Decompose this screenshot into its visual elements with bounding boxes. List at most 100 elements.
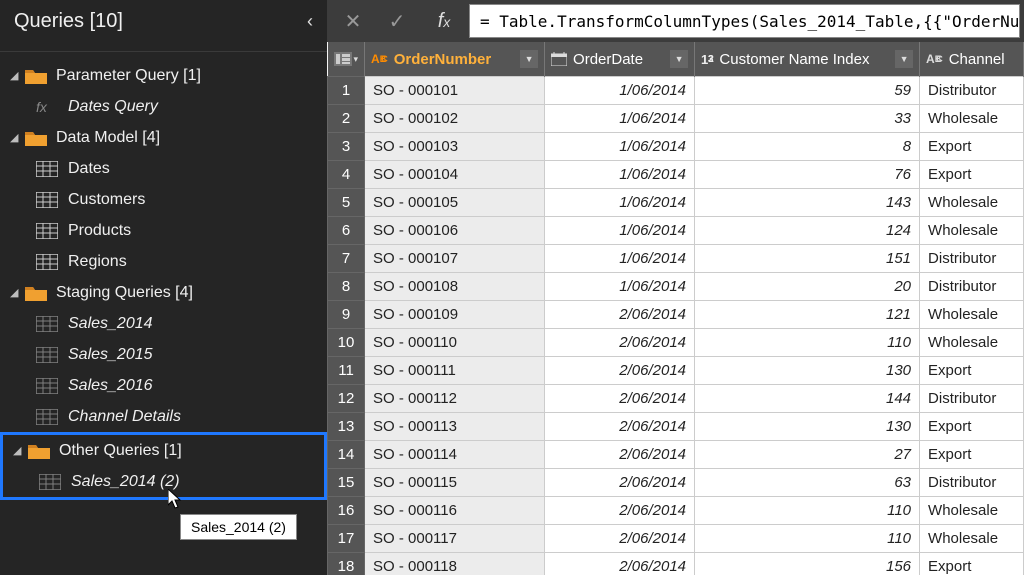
- cell-ordernumber[interactable]: SO - 000111: [365, 357, 545, 385]
- cell-customerindex[interactable]: 20: [695, 273, 920, 301]
- row-number[interactable]: 14: [328, 441, 365, 469]
- cell-customerindex[interactable]: 33: [695, 105, 920, 133]
- cancel-formula-button[interactable]: ✕: [331, 1, 375, 41]
- cell-customerindex[interactable]: 27: [695, 441, 920, 469]
- cell-channel[interactable]: Wholesale: [920, 497, 1024, 525]
- cell-orderdate[interactable]: 1/06/2014: [545, 105, 695, 133]
- cell-channel[interactable]: Export: [920, 553, 1024, 575]
- query-group[interactable]: ◢Data Model [4]: [0, 122, 327, 153]
- query-item[interactable]: Customers: [0, 184, 327, 215]
- row-number[interactable]: 13: [328, 413, 365, 441]
- cell-ordernumber[interactable]: SO - 000106: [365, 217, 545, 245]
- cell-ordernumber[interactable]: SO - 000108: [365, 273, 545, 301]
- fx-icon[interactable]: fx: [419, 10, 469, 33]
- column-header-ordernumber[interactable]: ABC OrderNumber ▼: [365, 42, 545, 77]
- table-row[interactable]: 7SO - 0001071/06/2014151Distributor: [328, 245, 1024, 273]
- cell-channel[interactable]: Wholesale: [920, 329, 1024, 357]
- cell-customerindex[interactable]: 156: [695, 553, 920, 575]
- cell-customerindex[interactable]: 143: [695, 189, 920, 217]
- cell-orderdate[interactable]: 2/06/2014: [545, 329, 695, 357]
- row-number[interactable]: 10: [328, 329, 365, 357]
- table-row[interactable]: 9SO - 0001092/06/2014121Wholesale: [328, 301, 1024, 329]
- cell-customerindex[interactable]: 144: [695, 385, 920, 413]
- cell-channel[interactable]: Export: [920, 413, 1024, 441]
- row-number[interactable]: 18: [328, 553, 365, 575]
- column-header-customerindex[interactable]: 123 Customer Name Index ▼: [695, 42, 920, 77]
- cell-orderdate[interactable]: 1/06/2014: [545, 189, 695, 217]
- row-number[interactable]: 8: [328, 273, 365, 301]
- column-filter-button[interactable]: ▼: [895, 50, 913, 68]
- table-row[interactable]: 18SO - 0001182/06/2014156Export: [328, 553, 1024, 575]
- cell-channel[interactable]: Distributor: [920, 469, 1024, 497]
- table-row[interactable]: 12SO - 0001122/06/2014144Distributor: [328, 385, 1024, 413]
- collapse-sidebar-button[interactable]: ‹: [307, 11, 313, 32]
- cell-channel[interactable]: Export: [920, 441, 1024, 469]
- row-number[interactable]: 6: [328, 217, 365, 245]
- table-row[interactable]: 8SO - 0001081/06/201420Distributor: [328, 273, 1024, 301]
- table-row[interactable]: 2SO - 0001021/06/201433Wholesale: [328, 105, 1024, 133]
- cell-channel[interactable]: Wholesale: [920, 301, 1024, 329]
- table-row[interactable]: 16SO - 0001162/06/2014110Wholesale: [328, 497, 1024, 525]
- cell-channel[interactable]: Export: [920, 133, 1024, 161]
- formula-input[interactable]: = Table.TransformColumnTypes(Sales_2014_…: [469, 4, 1020, 38]
- cell-channel[interactable]: Wholesale: [920, 525, 1024, 553]
- table-row[interactable]: 17SO - 0001172/06/2014110Wholesale: [328, 525, 1024, 553]
- cell-ordernumber[interactable]: SO - 000118: [365, 553, 545, 575]
- cell-orderdate[interactable]: 2/06/2014: [545, 413, 695, 441]
- query-group[interactable]: ◢Parameter Query [1]: [0, 60, 327, 91]
- cell-channel[interactable]: Distributor: [920, 245, 1024, 273]
- cell-channel[interactable]: Wholesale: [920, 105, 1024, 133]
- cell-orderdate[interactable]: 2/06/2014: [545, 469, 695, 497]
- query-item[interactable]: Products: [0, 215, 327, 246]
- cell-channel[interactable]: Distributor: [920, 77, 1024, 105]
- cell-channel[interactable]: Distributor: [920, 273, 1024, 301]
- cell-ordernumber[interactable]: SO - 000101: [365, 77, 545, 105]
- cell-customerindex[interactable]: 110: [695, 525, 920, 553]
- cell-channel[interactable]: Distributor: [920, 385, 1024, 413]
- table-row[interactable]: 10SO - 0001102/06/2014110Wholesale: [328, 329, 1024, 357]
- row-number[interactable]: 1: [328, 77, 365, 105]
- cell-ordernumber[interactable]: SO - 000117: [365, 525, 545, 553]
- cell-customerindex[interactable]: 59: [695, 77, 920, 105]
- row-number[interactable]: 7: [328, 245, 365, 273]
- query-group[interactable]: ◢Other Queries [1]: [3, 435, 324, 466]
- row-number[interactable]: 5: [328, 189, 365, 217]
- cell-orderdate[interactable]: 1/06/2014: [545, 77, 695, 105]
- cell-customerindex[interactable]: 124: [695, 217, 920, 245]
- cell-ordernumber[interactable]: SO - 000115: [365, 469, 545, 497]
- query-item[interactable]: Sales_2014: [0, 308, 327, 339]
- table-row[interactable]: 5SO - 0001051/06/2014143Wholesale: [328, 189, 1024, 217]
- cell-orderdate[interactable]: 1/06/2014: [545, 245, 695, 273]
- table-row[interactable]: 13SO - 0001132/06/2014130Export: [328, 413, 1024, 441]
- cell-customerindex[interactable]: 63: [695, 469, 920, 497]
- table-row[interactable]: 15SO - 0001152/06/201463Distributor: [328, 469, 1024, 497]
- row-number[interactable]: 4: [328, 161, 365, 189]
- query-item[interactable]: fxDates Query: [0, 91, 327, 122]
- row-number[interactable]: 15: [328, 469, 365, 497]
- cell-ordernumber[interactable]: SO - 000116: [365, 497, 545, 525]
- cell-customerindex[interactable]: 130: [695, 413, 920, 441]
- query-item[interactable]: Sales_2015: [0, 339, 327, 370]
- cell-orderdate[interactable]: 1/06/2014: [545, 133, 695, 161]
- cell-orderdate[interactable]: 1/06/2014: [545, 217, 695, 245]
- cell-customerindex[interactable]: 110: [695, 497, 920, 525]
- row-number[interactable]: 3: [328, 133, 365, 161]
- table-row[interactable]: 4SO - 0001041/06/201476Export: [328, 161, 1024, 189]
- cell-orderdate[interactable]: 2/06/2014: [545, 497, 695, 525]
- cell-customerindex[interactable]: 8: [695, 133, 920, 161]
- cell-customerindex[interactable]: 110: [695, 329, 920, 357]
- column-filter-button[interactable]: ▼: [520, 50, 538, 68]
- query-group[interactable]: ◢Staging Queries [4]: [0, 277, 327, 308]
- row-number[interactable]: 2: [328, 105, 365, 133]
- table-row[interactable]: 14SO - 0001142/06/201427Export: [328, 441, 1024, 469]
- column-header-orderdate[interactable]: OrderDate ▼: [545, 42, 695, 77]
- cell-customerindex[interactable]: 130: [695, 357, 920, 385]
- cell-orderdate[interactable]: 2/06/2014: [545, 385, 695, 413]
- cell-customerindex[interactable]: 76: [695, 161, 920, 189]
- cell-ordernumber[interactable]: SO - 000104: [365, 161, 545, 189]
- cell-orderdate[interactable]: 2/06/2014: [545, 553, 695, 575]
- commit-formula-button[interactable]: ✓: [375, 1, 419, 41]
- table-row[interactable]: 11SO - 0001112/06/2014130Export: [328, 357, 1024, 385]
- cell-ordernumber[interactable]: SO - 000114: [365, 441, 545, 469]
- cell-orderdate[interactable]: 1/06/2014: [545, 273, 695, 301]
